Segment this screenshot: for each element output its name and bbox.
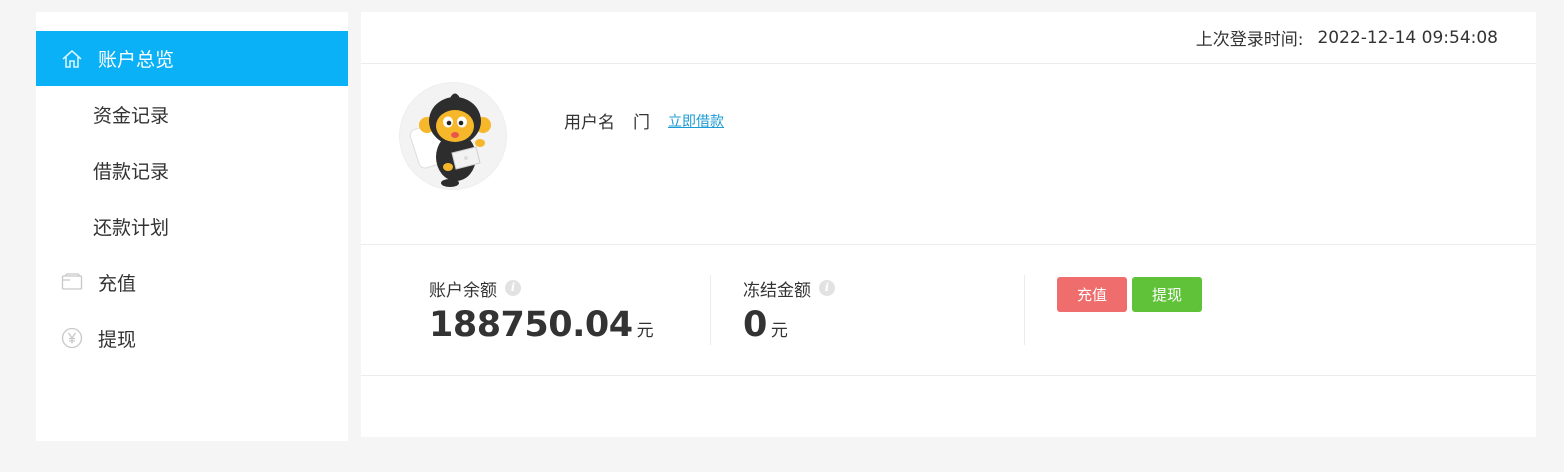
frozen-amount-label: 冻结金额 [743, 280, 811, 301]
sidebar-item-withdraw[interactable]: 提现 [36, 310, 348, 366]
info-icon[interactable]: i [505, 280, 521, 296]
balance-section: 账户余额 i 188750.04 元 冻结金额 i 0 元 充值 提现 [361, 245, 1536, 376]
info-icon[interactable]: i [819, 280, 835, 296]
frozen-amount: 冻结金额 i 0 元 [743, 275, 1025, 345]
sidebar-item-label: 提现 [98, 328, 137, 351]
header-bar: 上次登录时间: 2022-12-14 09:54:08 [361, 12, 1536, 64]
home-icon [60, 47, 84, 71]
sidebar-item-label: 资金记录 [93, 104, 170, 127]
sidebar-item-loan-records[interactable]: 借款记录 [36, 142, 348, 198]
avatar[interactable] [399, 82, 507, 190]
sidebar: 账户总览 资金记录 借款记录 还款计划 充值 提现 [36, 12, 348, 441]
account-overview-panel: 上次登录时间: 2022-12-14 09:54:08 用户名 门 立即借款 账… [361, 12, 1536, 437]
sidebar-item-repayment-plan[interactable]: 还款计划 [36, 198, 348, 254]
frozen-amount-value: 0 [743, 305, 767, 345]
account-balance: 账户余额 i 188750.04 元 [429, 275, 711, 345]
last-login-label: 上次登录时间: [1195, 30, 1304, 50]
sidebar-item-account-overview[interactable]: 账户总览 [36, 31, 348, 86]
user-info: 用户名 门 立即借款 [564, 108, 724, 133]
recharge-button[interactable]: 充值 [1057, 277, 1127, 312]
profile-section: 用户名 门 立即借款 [361, 64, 1536, 245]
last-login-time: 2022-12-14 09:54:08 [1317, 27, 1498, 48]
card-icon [60, 270, 84, 294]
borrow-now-link[interactable]: 立即借款 [668, 111, 724, 131]
account-balance-label: 账户余额 [429, 280, 497, 301]
sidebar-item-label: 还款计划 [93, 216, 170, 239]
sidebar-item-fund-records[interactable]: 资金记录 [36, 86, 348, 142]
username-value: 门 [633, 113, 650, 133]
yen-icon [60, 326, 84, 350]
sidebar-item-recharge[interactable]: 充值 [36, 254, 348, 310]
currency-unit: 元 [636, 321, 654, 341]
sidebar-item-label: 账户总览 [98, 49, 175, 71]
sidebar-item-label: 充值 [98, 272, 137, 295]
username-label: 用户名 [564, 113, 615, 133]
withdraw-button[interactable]: 提现 [1132, 277, 1202, 312]
currency-unit: 元 [770, 321, 788, 341]
account-balance-value: 188750.04 [429, 305, 633, 345]
sidebar-item-label: 借款记录 [93, 160, 170, 183]
monkey-avatar-image [409, 93, 491, 187]
